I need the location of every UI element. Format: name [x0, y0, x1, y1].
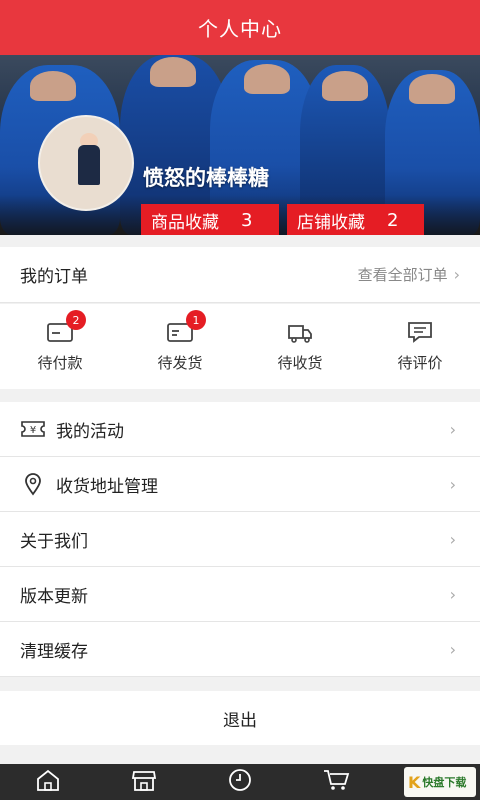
chevron-right-icon: ›	[449, 474, 456, 494]
comment-icon	[406, 320, 434, 344]
menu-item-about-us[interactable]: 关于我们 ›	[0, 512, 480, 567]
truck-icon	[286, 320, 314, 344]
clock-icon	[227, 768, 253, 796]
profile-banner: 愤怒的棒棒糖 商品收藏 3 店铺收藏 2	[0, 55, 480, 235]
chevron-right-icon: ›	[449, 529, 456, 549]
menu-item-label: 我的活动	[56, 421, 124, 442]
chevron-right-icon: ›	[453, 265, 460, 284]
location-pin-icon	[20, 473, 46, 496]
menu-item-label: 关于我们	[20, 531, 88, 552]
top-bar: 个人中心	[0, 0, 480, 55]
menu-item-address-management[interactable]: 收货地址管理 ›	[0, 457, 480, 512]
box-icon: 1	[166, 310, 206, 344]
chevron-right-icon: ›	[449, 584, 456, 604]
menu-item-label: 版本更新	[20, 586, 88, 607]
store-icon	[131, 768, 157, 796]
menu-item-version-update[interactable]: 版本更新 ›	[0, 567, 480, 622]
page-title: 个人中心	[198, 17, 282, 41]
chevron-right-icon: ›	[449, 639, 456, 659]
avatar[interactable]	[38, 115, 134, 211]
view-all-orders-label: 查看全部订单	[357, 266, 448, 284]
menu-item-label: 收货地址管理	[56, 476, 158, 497]
favorite-products-count: 3	[241, 210, 253, 231]
tab-store[interactable]	[96, 764, 192, 800]
cart-icon	[322, 768, 350, 796]
my-orders-header[interactable]: 我的订单 查看全部订单 ›	[0, 247, 480, 303]
tab-history[interactable]	[192, 764, 288, 800]
order-item-label: 待收货	[277, 354, 323, 372]
wallet-icon: 2	[46, 310, 86, 344]
favorite-products-label: 商品收藏	[151, 213, 219, 233]
order-badge: 1	[186, 310, 206, 330]
view-all-orders-link[interactable]: 查看全部订单 ›	[358, 264, 460, 285]
order-item-label: 待发货	[157, 354, 203, 372]
order-pending-receipt[interactable]: 待收货	[240, 304, 360, 389]
favorite-shops-label: 店铺收藏	[297, 213, 365, 233]
chevron-right-icon: ›	[449, 419, 456, 439]
order-item-label: 待付款	[37, 354, 83, 372]
order-item-label: 待评价	[397, 354, 443, 372]
logo-icon: K	[408, 772, 421, 792]
favorite-products-button[interactable]: 商品收藏 3	[141, 204, 279, 235]
logout-button[interactable]: 退出	[0, 691, 480, 745]
order-badge: 2	[66, 310, 86, 330]
tab-cart[interactable]	[288, 764, 384, 800]
order-status-row: 2 待付款 1 待发货 待收货 待评价	[0, 304, 480, 389]
order-pending-shipment[interactable]: 1 待发货	[120, 304, 240, 389]
menu-item-my-activities[interactable]: ¥ 我的活动 ›	[0, 402, 480, 457]
my-orders-title: 我的订单	[20, 267, 88, 287]
order-pending-review[interactable]: 待评价	[360, 304, 480, 389]
menu-item-clear-cache[interactable]: 清理缓存 ›	[0, 622, 480, 677]
username: 愤怒的棒棒糖	[143, 166, 269, 190]
svg-text:¥: ¥	[30, 425, 36, 436]
watermark: K 快盘下载	[404, 767, 476, 797]
tab-home[interactable]	[0, 764, 96, 800]
watermark-text: 快盘下载	[422, 776, 467, 789]
ticket-icon: ¥	[20, 418, 46, 440]
favorite-shops-button[interactable]: 店铺收藏 2	[287, 204, 424, 235]
home-icon	[35, 768, 61, 796]
logout-label: 退出	[223, 710, 257, 731]
order-pending-payment[interactable]: 2 待付款	[0, 304, 120, 389]
settings-menu: ¥ 我的活动 › 收货地址管理 › 关于我们 › 版本更新 › 清理缓存 ›	[0, 402, 480, 677]
menu-item-label: 清理缓存	[20, 641, 88, 662]
favorite-shops-count: 2	[387, 210, 399, 231]
